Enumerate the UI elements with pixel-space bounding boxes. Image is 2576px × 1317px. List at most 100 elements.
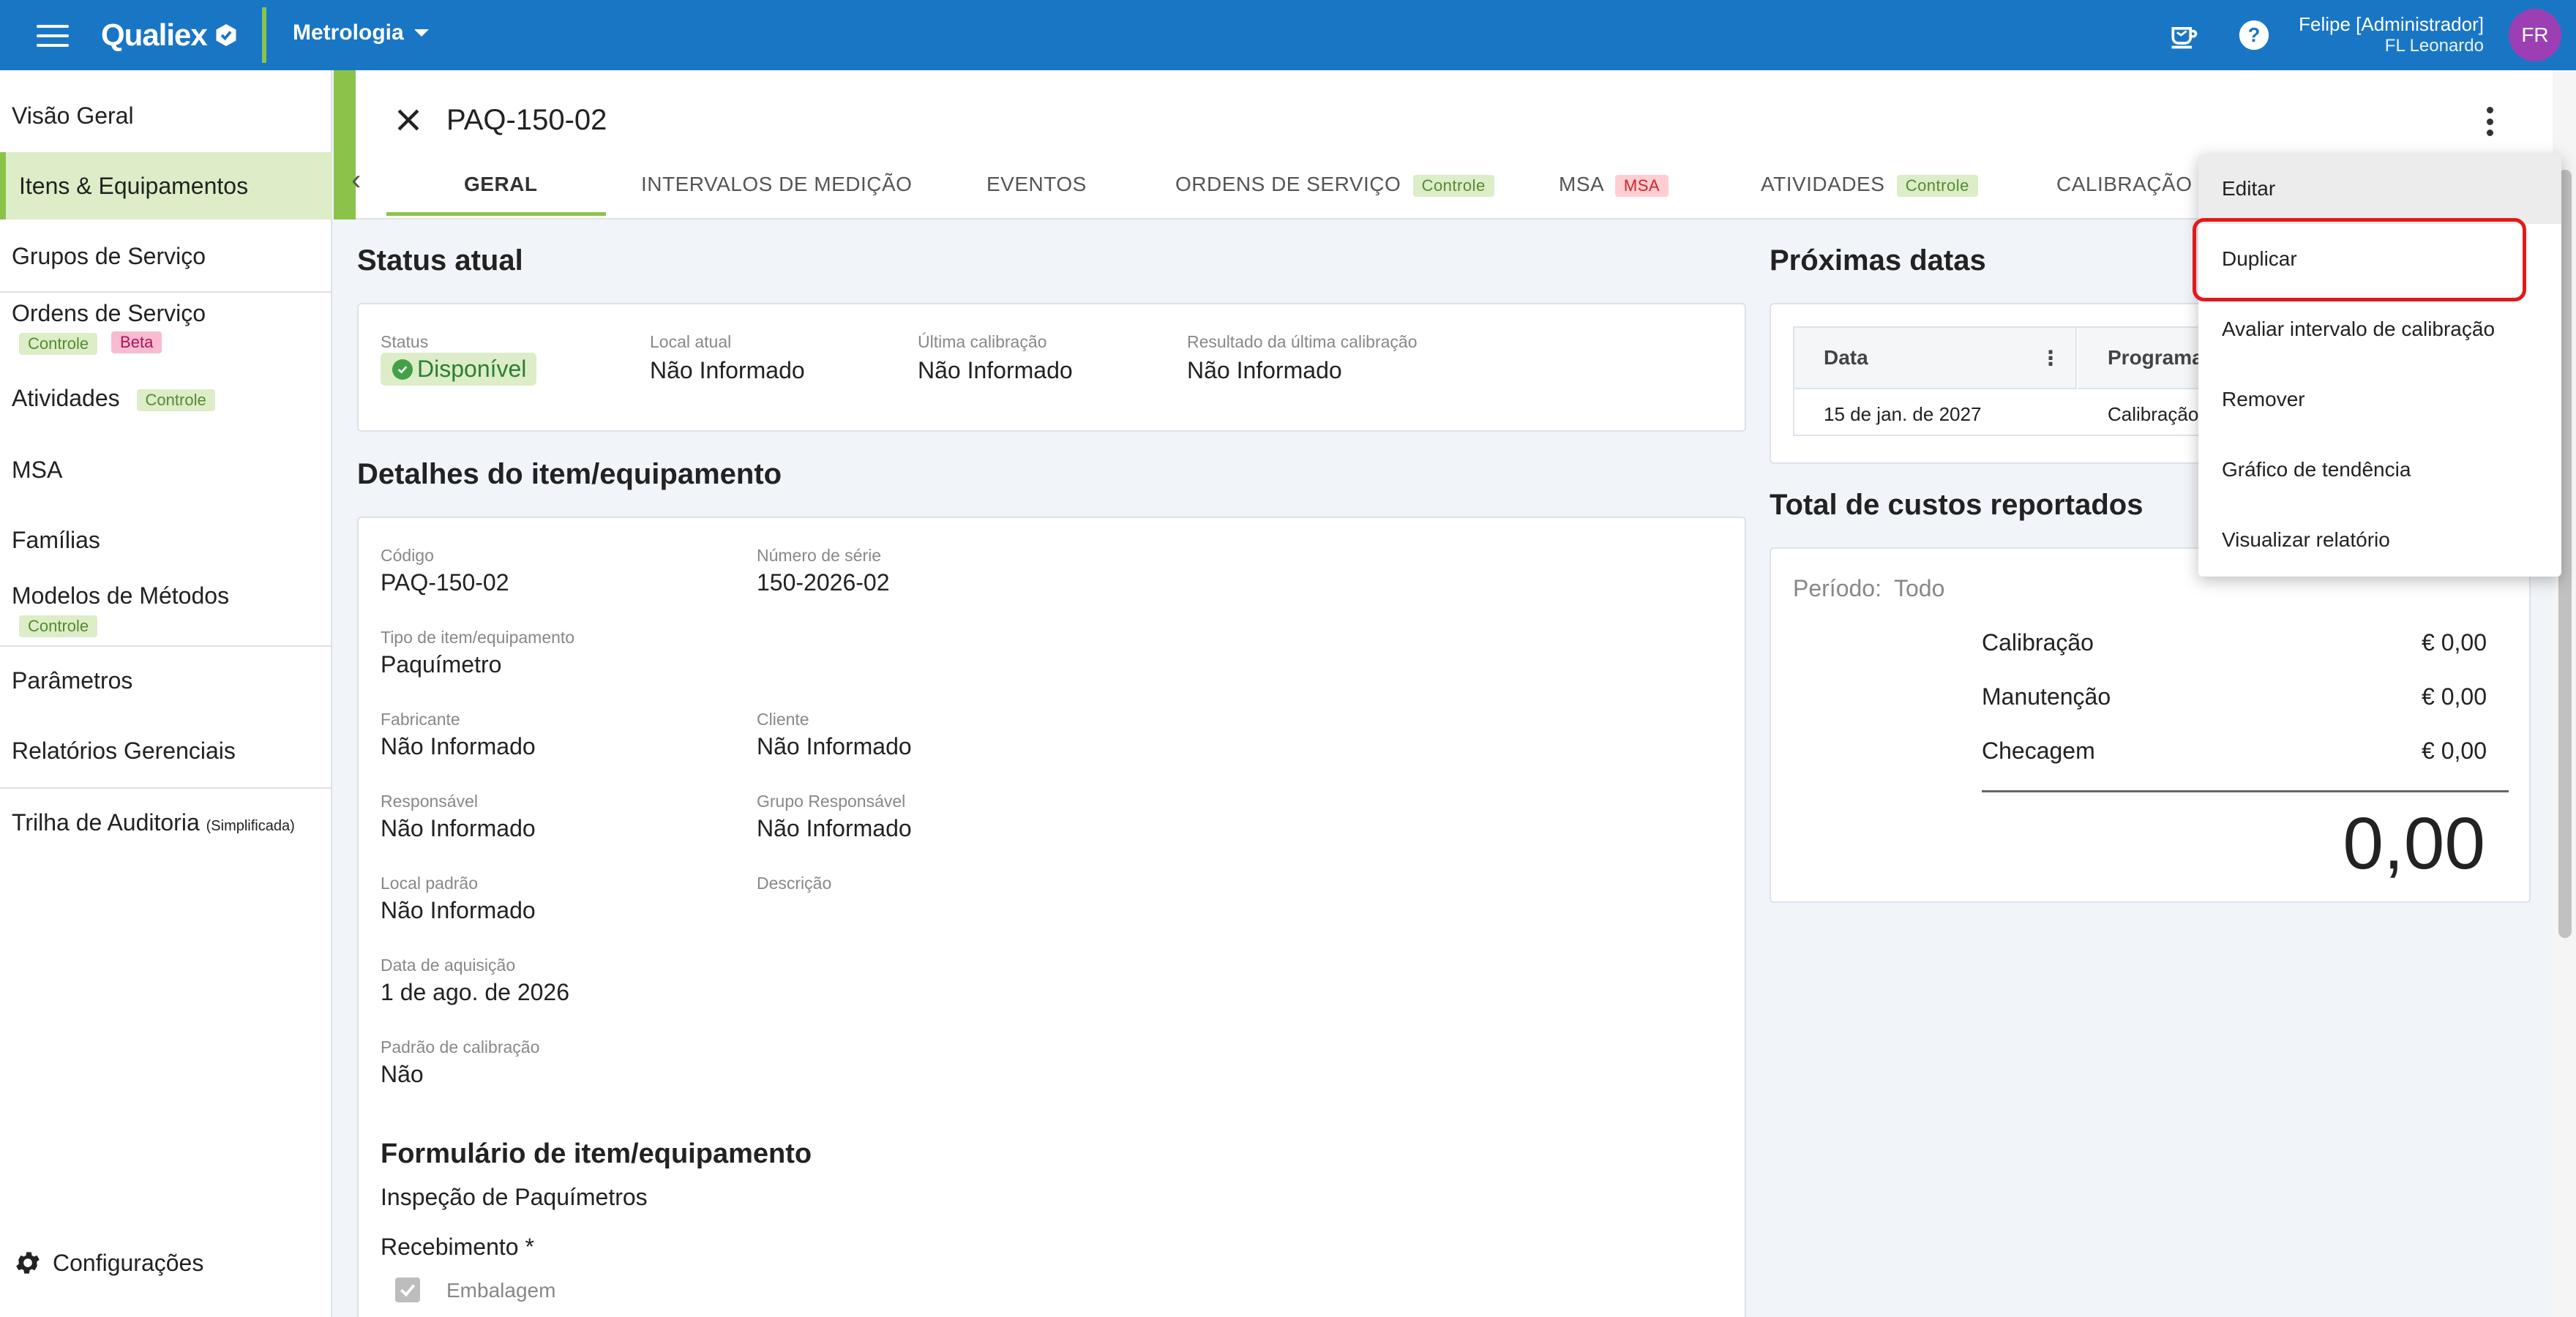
user-name: Felipe [Administrador] (2299, 13, 2484, 35)
tab-ordens-servico[interactable]: ORDENS DE SERVIÇO Controle (1175, 173, 1494, 197)
sidebar: Visão Geral Itens & Equipamentos Grupos … (0, 70, 332, 1317)
cliente-label: Cliente (757, 710, 809, 729)
status-label: Status (381, 332, 429, 351)
check-circle-icon (392, 359, 413, 380)
total-value: 0,00 (2343, 803, 2485, 885)
embalagem-checkbox[interactable] (395, 1277, 420, 1302)
padrao-calibracao-label: Padrão de calibração (381, 1038, 540, 1057)
menu-item-avaliar-intervalo[interactable]: Avaliar intervalo de calibração (2198, 294, 2561, 364)
ultima-calibracao-value: Não Informado (918, 357, 1073, 383)
tab-calibracao[interactable]: CALIBRAÇÃO (2056, 173, 2193, 196)
descricao-label: Descrição (757, 874, 832, 893)
local-atual-label: Local atual (650, 332, 732, 351)
local-atual-value: Não Informado (650, 357, 805, 383)
menu-item-editar[interactable]: Editar (2198, 154, 2561, 224)
logo-mark-icon (216, 24, 236, 46)
codigo-label: Código (381, 546, 434, 565)
coffee-cup-icon[interactable] (2168, 19, 2200, 51)
sidebar-item-msa[interactable]: MSA (0, 457, 332, 484)
module-divider (262, 7, 266, 63)
menu-item-remover[interactable]: Remover (2198, 364, 2561, 435)
tab-msa[interactable]: MSA MSA (1559, 173, 1669, 197)
sidebar-divider (0, 291, 332, 293)
form-section-label: Recebimento * (381, 1234, 534, 1260)
sidebar-item-trilha-auditoria[interactable]: Trilha de Auditoria (Simplificada) (0, 809, 332, 836)
settings-link[interactable]: Configurações (13, 1248, 203, 1277)
menu-item-grafico-tendencia[interactable]: Gráfico de tendência (2198, 435, 2561, 505)
tab-eventos[interactable]: EVENTOS (986, 173, 1087, 196)
local-padrao-label: Local padrão (381, 874, 478, 893)
sidebar-item-parametros[interactable]: Parâmetros (0, 667, 332, 694)
table-cell-data: 15 de jan. de 2027 (1824, 402, 1982, 425)
sidebar-item-grupos-servico[interactable]: Grupos de Serviço (0, 243, 332, 270)
user-company: FL Leonardo (2384, 36, 2484, 56)
active-tab-indicator (386, 212, 606, 216)
details-section-title: Detalhes do item/equipamento (357, 458, 782, 490)
total-divider (1982, 790, 2509, 792)
check-icon (400, 1284, 416, 1297)
tab-geral[interactable]: GERAL (464, 173, 538, 196)
costs-card: Período: Todo Calibração € 0,00 Manutençã… (1770, 547, 2531, 903)
sidebar-item-visao-geral[interactable]: Visão Geral (0, 102, 332, 130)
chevron-down-icon (413, 29, 429, 37)
tab-atividades[interactable]: ATIVIDADES Controle (1761, 173, 1978, 197)
status-card: Status Disponível Local atual Não Inform… (357, 303, 1746, 432)
controle-badge: Controle (1896, 174, 1978, 197)
cost-row-calibracao: Calibração € 0,00 (1982, 629, 2487, 656)
controle-badge: Controle (1412, 174, 1494, 197)
controle-badge: Controle (136, 389, 215, 411)
period-value[interactable]: Todo (1894, 575, 1944, 602)
cliente-value: Não Informado (757, 733, 912, 759)
controle-badge: Controle (19, 615, 98, 637)
header-accent (334, 70, 356, 220)
sidebar-item-atividades[interactable]: Atividades Controle (0, 385, 332, 412)
more-options-icon[interactable] (2485, 107, 2494, 136)
msa-badge: MSA (1614, 174, 1669, 197)
module-selector[interactable]: Metrologia (293, 20, 429, 45)
sidebar-divider (0, 645, 332, 647)
responsavel-value: Não Informado (381, 815, 536, 841)
chevron-left-icon[interactable]: ‹ (351, 164, 361, 197)
help-icon[interactable]: ? (2238, 19, 2270, 51)
status-badge: Disponível (381, 353, 537, 386)
tipo-value: Paquímetro (381, 651, 502, 678)
local-padrao-value: Não Informado (381, 897, 536, 923)
resultado-calibracao-value: Não Informado (1187, 357, 1342, 383)
svg-text:?: ? (2248, 23, 2261, 46)
costs-title: Total de custos reportados (1770, 489, 2143, 521)
menu-icon[interactable] (37, 25, 69, 47)
numero-serie-label: Número de série (757, 546, 882, 565)
grupo-responsavel-value: Não Informado (757, 815, 912, 841)
avatar[interactable]: FR (2509, 9, 2561, 61)
ultima-calibracao-label: Última calibração (918, 332, 1047, 351)
tab-intervalos[interactable]: INTERVALOS DE MEDIÇÃO (641, 173, 912, 196)
cost-row-checagem: Checagem € 0,00 (1982, 738, 2487, 764)
sidebar-item-itens-equipamentos[interactable]: Itens & Equipamentos (0, 152, 332, 220)
sidebar-item-familias[interactable]: Famílias (0, 527, 332, 554)
sidebar-divider (0, 787, 332, 789)
responsavel-label: Responsável (381, 792, 478, 811)
app-logo[interactable]: Qualiex (101, 15, 239, 56)
embalagem-label: Embalagem (446, 1279, 556, 1302)
details-card: Código PAQ-150-02 Número de série 150-20… (357, 517, 1746, 1317)
user-info[interactable]: Felipe [Administrador] FL Leonardo (2299, 13, 2484, 57)
period-label: Período: (1793, 575, 1882, 601)
fabricante-value: Não Informado (381, 733, 536, 759)
data-aquisicao-value: 1 de ago. de 2026 (381, 979, 570, 1005)
column-menu-icon[interactable]: ⋮ (2040, 346, 2061, 370)
duplicar-highlight (2193, 218, 2526, 301)
sidebar-item-modelos-metodos[interactable]: Modelos de Métodos Controle (0, 582, 332, 637)
grupo-responsavel-label: Grupo Responsável (757, 792, 906, 811)
padrao-calibracao-value: Não (381, 1061, 424, 1087)
sidebar-item-relatorios[interactable]: Relatórios Gerenciais (0, 738, 332, 765)
sidebar-item-ordens-servico[interactable]: Ordens de Serviço Controle Beta (0, 300, 332, 355)
next-dates-title: Próximas datas (1770, 244, 1986, 277)
form-name: Inspeção de Paquímetros (381, 1184, 648, 1210)
page-title: PAQ-150-02 (446, 104, 607, 136)
column-header-data[interactable]: Data ⋮ (1794, 328, 2077, 389)
data-aquisicao-label: Data de aquisição (381, 956, 516, 975)
tipo-label: Tipo de item/equipamento (381, 628, 575, 647)
menu-item-visualizar-relatorio[interactable]: Visualizar relatório (2198, 505, 2561, 575)
close-icon[interactable] (392, 104, 424, 136)
top-bar: Qualiex Metrologia ? Felipe [Administrad… (0, 0, 2576, 70)
